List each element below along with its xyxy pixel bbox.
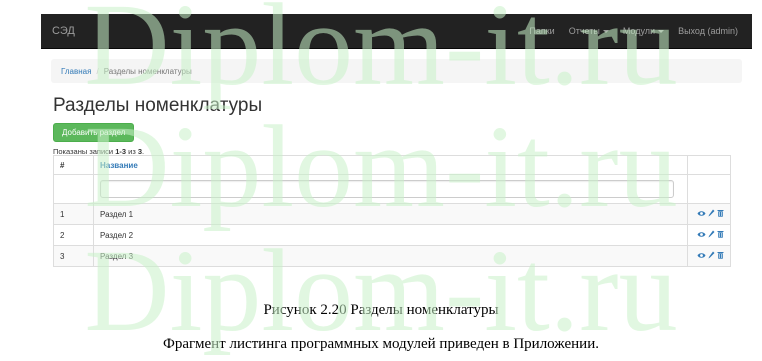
row-actions [687, 203, 731, 225]
row-number: 2 [53, 224, 94, 246]
filter-row [53, 174, 731, 204]
name-filter-input[interactable] [100, 180, 674, 198]
page-title: Разделы номенклатуры [53, 95, 263, 116]
eye-icon[interactable] [697, 252, 706, 259]
row-actions [687, 224, 731, 246]
filter-cell-actions [687, 174, 731, 204]
pencil-icon[interactable] [708, 209, 715, 217]
trash-icon[interactable] [717, 251, 724, 259]
figure-caption: Рисунок 2.20 Разделы номенклатуры [263, 302, 499, 318]
nav-item-reports[interactable]: Отчеты [569, 26, 609, 36]
column-header-number: # [53, 155, 94, 175]
nav-item-label: Выход (admin) [678, 26, 738, 36]
pencil-icon[interactable] [708, 251, 715, 259]
trash-icon[interactable] [717, 209, 724, 217]
caret-down-icon [658, 29, 665, 33]
nav-item-label: Папки [529, 26, 555, 36]
navbar-menu: Папки Отчеты Модули Выход (admin) [529, 14, 738, 48]
nav-item-folders[interactable]: Папки [529, 26, 554, 36]
pencil-icon[interactable] [708, 230, 715, 238]
table-header-row: # Название [53, 155, 731, 175]
breadcrumb: Главная / Разделы номенклатуры [51, 59, 742, 83]
trash-icon[interactable] [717, 230, 724, 238]
document-paragraph: Фрагмент листинга программных модулей пр… [163, 336, 599, 352]
add-section-button[interactable]: Добавить раздел [53, 123, 135, 142]
row-name: Раздел 2 [93, 224, 688, 246]
navbar: СЭД Папки Отчеты Модули Выход (admin) [41, 14, 752, 49]
breadcrumb-current: Разделы номенклатуры [103, 66, 192, 76]
nav-item-label: Модули [622, 26, 656, 36]
app-screenshot: СЭД Папки Отчеты Модули Выход (admin) Гл… [41, 14, 752, 271]
breadcrumb-separator: / [96, 66, 99, 76]
sections-table: # Название 1 Раздел 1 2 Раздел 2 3 Разде… [53, 155, 731, 267]
row-actions [687, 245, 731, 267]
brand-link[interactable]: СЭД [52, 25, 75, 37]
row-name: Раздел 1 [93, 203, 688, 225]
table-row: 2 Раздел 2 [53, 224, 731, 246]
eye-icon[interactable] [697, 231, 706, 238]
caret-down-icon [602, 29, 609, 33]
eye-icon[interactable] [697, 210, 706, 217]
nav-item-label: Отчеты [568, 26, 600, 36]
row-number: 1 [53, 203, 94, 225]
column-header-name[interactable]: Название [93, 155, 688, 175]
column-header-actions [687, 155, 731, 175]
table-row: 1 Раздел 1 [53, 203, 731, 225]
nav-item-logout[interactable]: Выход (admin) [678, 26, 738, 36]
row-number: 3 [53, 245, 94, 267]
nav-item-modules[interactable]: Модули [622, 26, 665, 36]
breadcrumb-home-link[interactable]: Главная [61, 67, 91, 76]
row-name: Раздел 3 [93, 245, 688, 267]
filter-cell-name [93, 174, 688, 204]
table-row: 3 Раздел 3 [53, 245, 731, 267]
filter-cell-number [53, 174, 94, 204]
